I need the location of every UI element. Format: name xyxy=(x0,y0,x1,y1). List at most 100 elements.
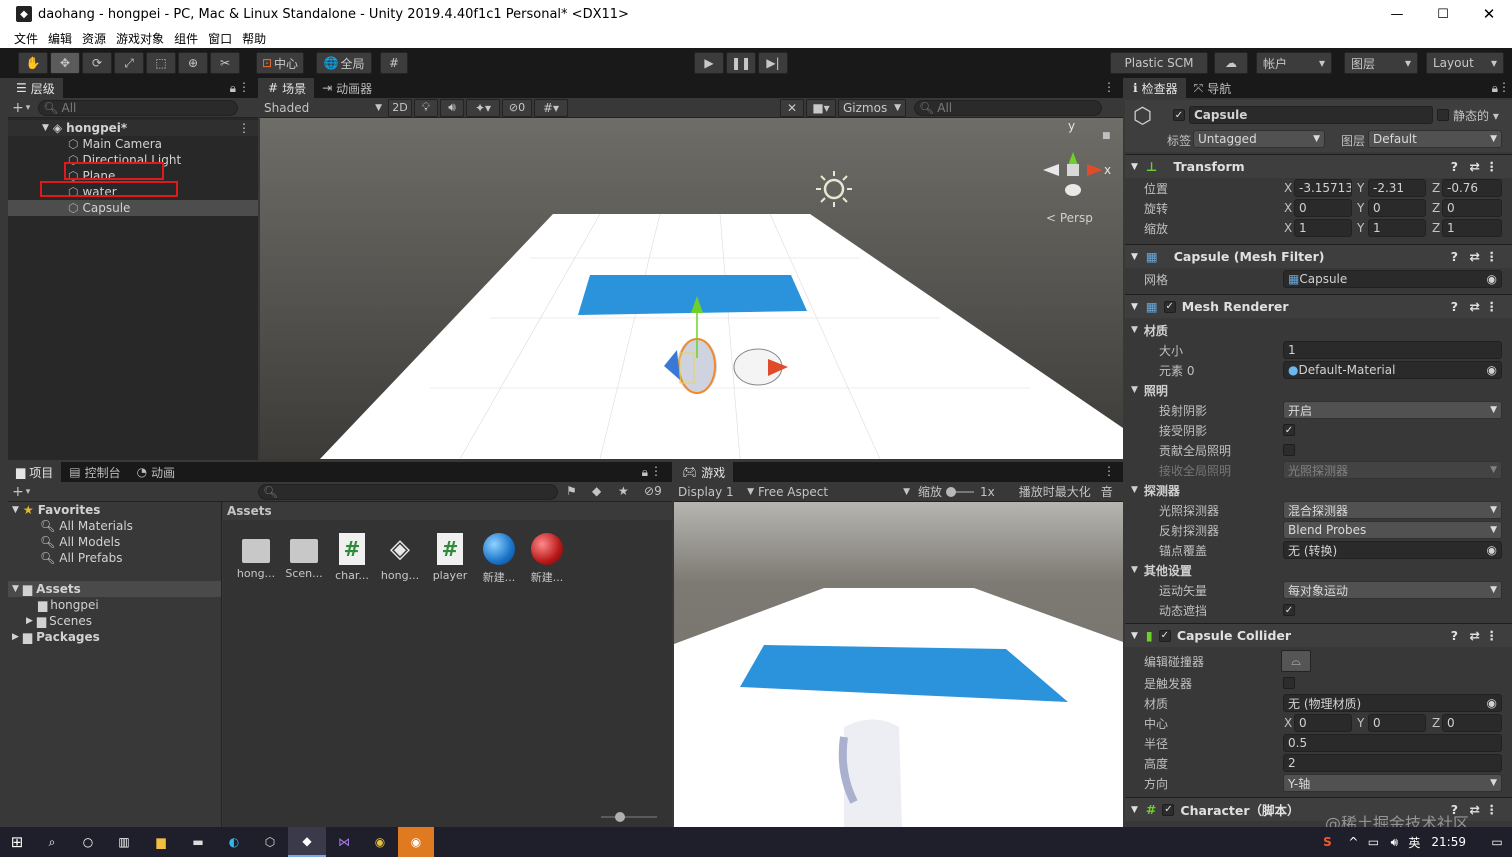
more-icon[interactable]: ⋮ xyxy=(238,121,250,135)
task-view-icon[interactable]: ▥ xyxy=(106,827,142,857)
asset-item-hongpei-folder[interactable]: hong... xyxy=(234,533,278,580)
unity-editor-icon[interactable]: ◆ xyxy=(288,827,326,857)
audio-toggle-icon[interactable]: 🔊︎ xyxy=(440,98,464,117)
tab-project[interactable]: ▆ 项目 xyxy=(8,462,62,482)
hierarchy-item-capsule[interactable]: ⬡ Capsule xyxy=(8,200,258,216)
rect-tool-icon[interactable]: ⬚ xyxy=(146,52,176,74)
rotation-z-input[interactable]: 0 xyxy=(1442,199,1502,217)
pivot-button[interactable]: ⊡ 中心 xyxy=(256,52,304,74)
asset-item-scenes-folder[interactable]: Scen... xyxy=(282,533,326,580)
menu-assets[interactable]: 资源 xyxy=(82,30,106,47)
object-picker-icon[interactable]: ◉ xyxy=(1487,696,1497,710)
transform-header[interactable]: ▼ ⊥ Transform ? ⇄ ⋮ xyxy=(1125,154,1512,178)
tools-icon[interactable]: ✕ xyxy=(780,99,804,117)
grid-snap-icon[interactable]: # xyxy=(380,52,408,74)
favorite-star-icon[interactable]: ★ xyxy=(618,484,629,498)
more-icon[interactable]: ⋮ xyxy=(650,464,662,478)
reflection-probes-dropdown[interactable]: Blend Probes ▼ xyxy=(1283,521,1502,539)
rotation-x-input[interactable]: 0 xyxy=(1294,199,1352,217)
sogou-ime-icon[interactable]: S xyxy=(1311,827,1343,857)
2d-toggle[interactable]: 2D xyxy=(388,98,412,117)
more-icon[interactable]: ⋮ xyxy=(1103,464,1115,478)
preset-icon[interactable]: ⇄ xyxy=(1470,802,1480,817)
cloud-icon[interactable]: ☁ xyxy=(1214,52,1248,74)
assets-folder[interactable]: ▼ ▆ Assets xyxy=(8,581,221,597)
static-checkbox[interactable] xyxy=(1437,109,1449,121)
more-icon[interactable]: ⋮ xyxy=(1486,249,1499,264)
recording-app-icon[interactable]: ◉ xyxy=(398,827,434,857)
help-icon[interactable]: ? xyxy=(1451,628,1458,643)
favorite-all-models[interactable]: 🔍︎ All Models xyxy=(8,534,221,550)
file-explorer-icon[interactable]: ▆ xyxy=(142,827,180,857)
plastic-scm-button[interactable]: Plastic SCM xyxy=(1110,52,1208,74)
gameobject-name-input[interactable]: Capsule xyxy=(1189,106,1433,124)
folder-hongpei[interactable]: ▆ hongpei xyxy=(8,597,221,613)
anchor-override-field[interactable]: 无 (转换) ◉ xyxy=(1283,541,1502,559)
aspect-dropdown[interactable]: Free Aspect ▼ xyxy=(758,485,910,499)
packages-folder[interactable]: ▶ ▆ Packages xyxy=(8,629,221,645)
cortana-icon[interactable]: ○ xyxy=(70,827,106,857)
notification-icon[interactable]: ▭ xyxy=(1482,827,1512,857)
more-icon[interactable]: ⋮ xyxy=(1486,159,1499,174)
hand-tool-icon[interactable]: ✋ xyxy=(18,52,48,74)
menu-component[interactable]: 组件 xyxy=(174,30,198,47)
tab-animation[interactable]: ◔ 动画 xyxy=(129,462,184,482)
expand-arrow-icon[interactable]: ▼ xyxy=(42,123,49,133)
transform-tool-icon[interactable]: ⊕ xyxy=(178,52,208,74)
help-icon[interactable]: ? xyxy=(1451,159,1458,174)
tray-expand-icon[interactable]: ^ xyxy=(1343,827,1363,857)
asset-item-character-script[interactable]: # char... xyxy=(330,533,374,582)
slider-handle[interactable] xyxy=(615,812,625,822)
help-icon[interactable]: ? xyxy=(1451,249,1458,264)
minimize-icon[interactable]: — xyxy=(1374,0,1420,28)
menu-help[interactable]: 帮助 xyxy=(242,30,266,47)
scene-search-input[interactable]: 🔍︎ All xyxy=(914,100,1102,116)
filter-type-icon[interactable]: ⚑ xyxy=(566,484,577,498)
mute-audio-toggle[interactable]: 音 xyxy=(1101,483,1113,500)
network-icon[interactable]: ▭ xyxy=(1363,827,1383,857)
unity-hub-icon[interactable]: ⬡ xyxy=(252,827,288,857)
object-picker-icon[interactable]: ◉ xyxy=(1487,363,1497,377)
display-dropdown[interactable]: Display 1 ▼ xyxy=(678,485,754,499)
favorite-all-prefabs[interactable]: 🔍︎ All Prefabs xyxy=(8,550,221,566)
motion-vectors-dropdown[interactable]: 每对象运动 ▼ xyxy=(1283,581,1502,599)
game-viewport[interactable] xyxy=(674,502,1123,827)
windows-start-icon[interactable]: ⊞ xyxy=(0,827,34,857)
scale-tool-icon[interactable]: ⤢ xyxy=(114,52,144,74)
more-icon[interactable]: ⋮ xyxy=(1103,80,1115,94)
clock-time[interactable]: 21:59 xyxy=(1431,835,1466,849)
asset-item-player-script[interactable]: # player xyxy=(428,533,472,582)
tag-dropdown[interactable]: Untagged ▼ xyxy=(1193,130,1325,148)
thumbnail-size-slider[interactable] xyxy=(601,812,657,822)
object-picker-icon[interactable]: ◉ xyxy=(1487,543,1497,557)
capsule-collider-header[interactable]: ▼ ▮ ✓ Capsule Collider ? ⇄ ⋮ xyxy=(1125,623,1512,647)
lighting-toggle-icon[interactable]: 💡︎ xyxy=(414,98,438,117)
layers-dropdown[interactable]: 图层 ▾ xyxy=(1344,52,1418,74)
material-element-field[interactable]: ●Default-Material ◉ xyxy=(1283,361,1502,379)
layer-dropdown[interactable]: Default ▼ xyxy=(1368,130,1502,148)
slider-handle[interactable] xyxy=(946,486,957,497)
height-input[interactable]: 2 xyxy=(1283,754,1502,772)
more-icon[interactable]: ⋮ xyxy=(1486,299,1499,314)
chevron-down-icon[interactable]: ▾ xyxy=(26,103,31,113)
lighting-section[interactable]: ▼ 照明 xyxy=(1125,380,1512,400)
add-icon[interactable]: + xyxy=(12,484,24,500)
grid-toggle-icon[interactable]: #▾ xyxy=(534,98,568,117)
receive-shadows-checkbox[interactable]: ✓ xyxy=(1283,424,1295,436)
cast-shadows-dropdown[interactable]: 开启 ▼ xyxy=(1283,401,1502,419)
favorites-header[interactable]: ▼ ★ Favorites xyxy=(8,502,221,518)
rotate-tool-icon[interactable]: ⟳ xyxy=(82,52,112,74)
tab-console[interactable]: ▤ 控制台 xyxy=(61,462,128,482)
materials-section[interactable]: ▼ 材质 xyxy=(1125,320,1512,340)
rotation-y-input[interactable]: 0 xyxy=(1368,199,1426,217)
menu-edit[interactable]: 编辑 xyxy=(48,30,72,47)
help-icon[interactable]: ? xyxy=(1451,299,1458,314)
materials-size-input[interactable]: 1 xyxy=(1283,341,1502,359)
active-checkbox[interactable]: ✓ xyxy=(1173,109,1185,121)
center-y-input[interactable]: 0 xyxy=(1368,714,1426,732)
object-picker-icon[interactable]: ◉ xyxy=(1487,272,1497,286)
menu-gameobject[interactable]: 游戏对象 xyxy=(116,30,164,47)
edit-collider-button[interactable]: ⌓ xyxy=(1281,650,1311,672)
scale-y-input[interactable]: 1 xyxy=(1368,219,1426,237)
scene-viewport[interactable]: y x < Persp ■ xyxy=(260,118,1123,459)
